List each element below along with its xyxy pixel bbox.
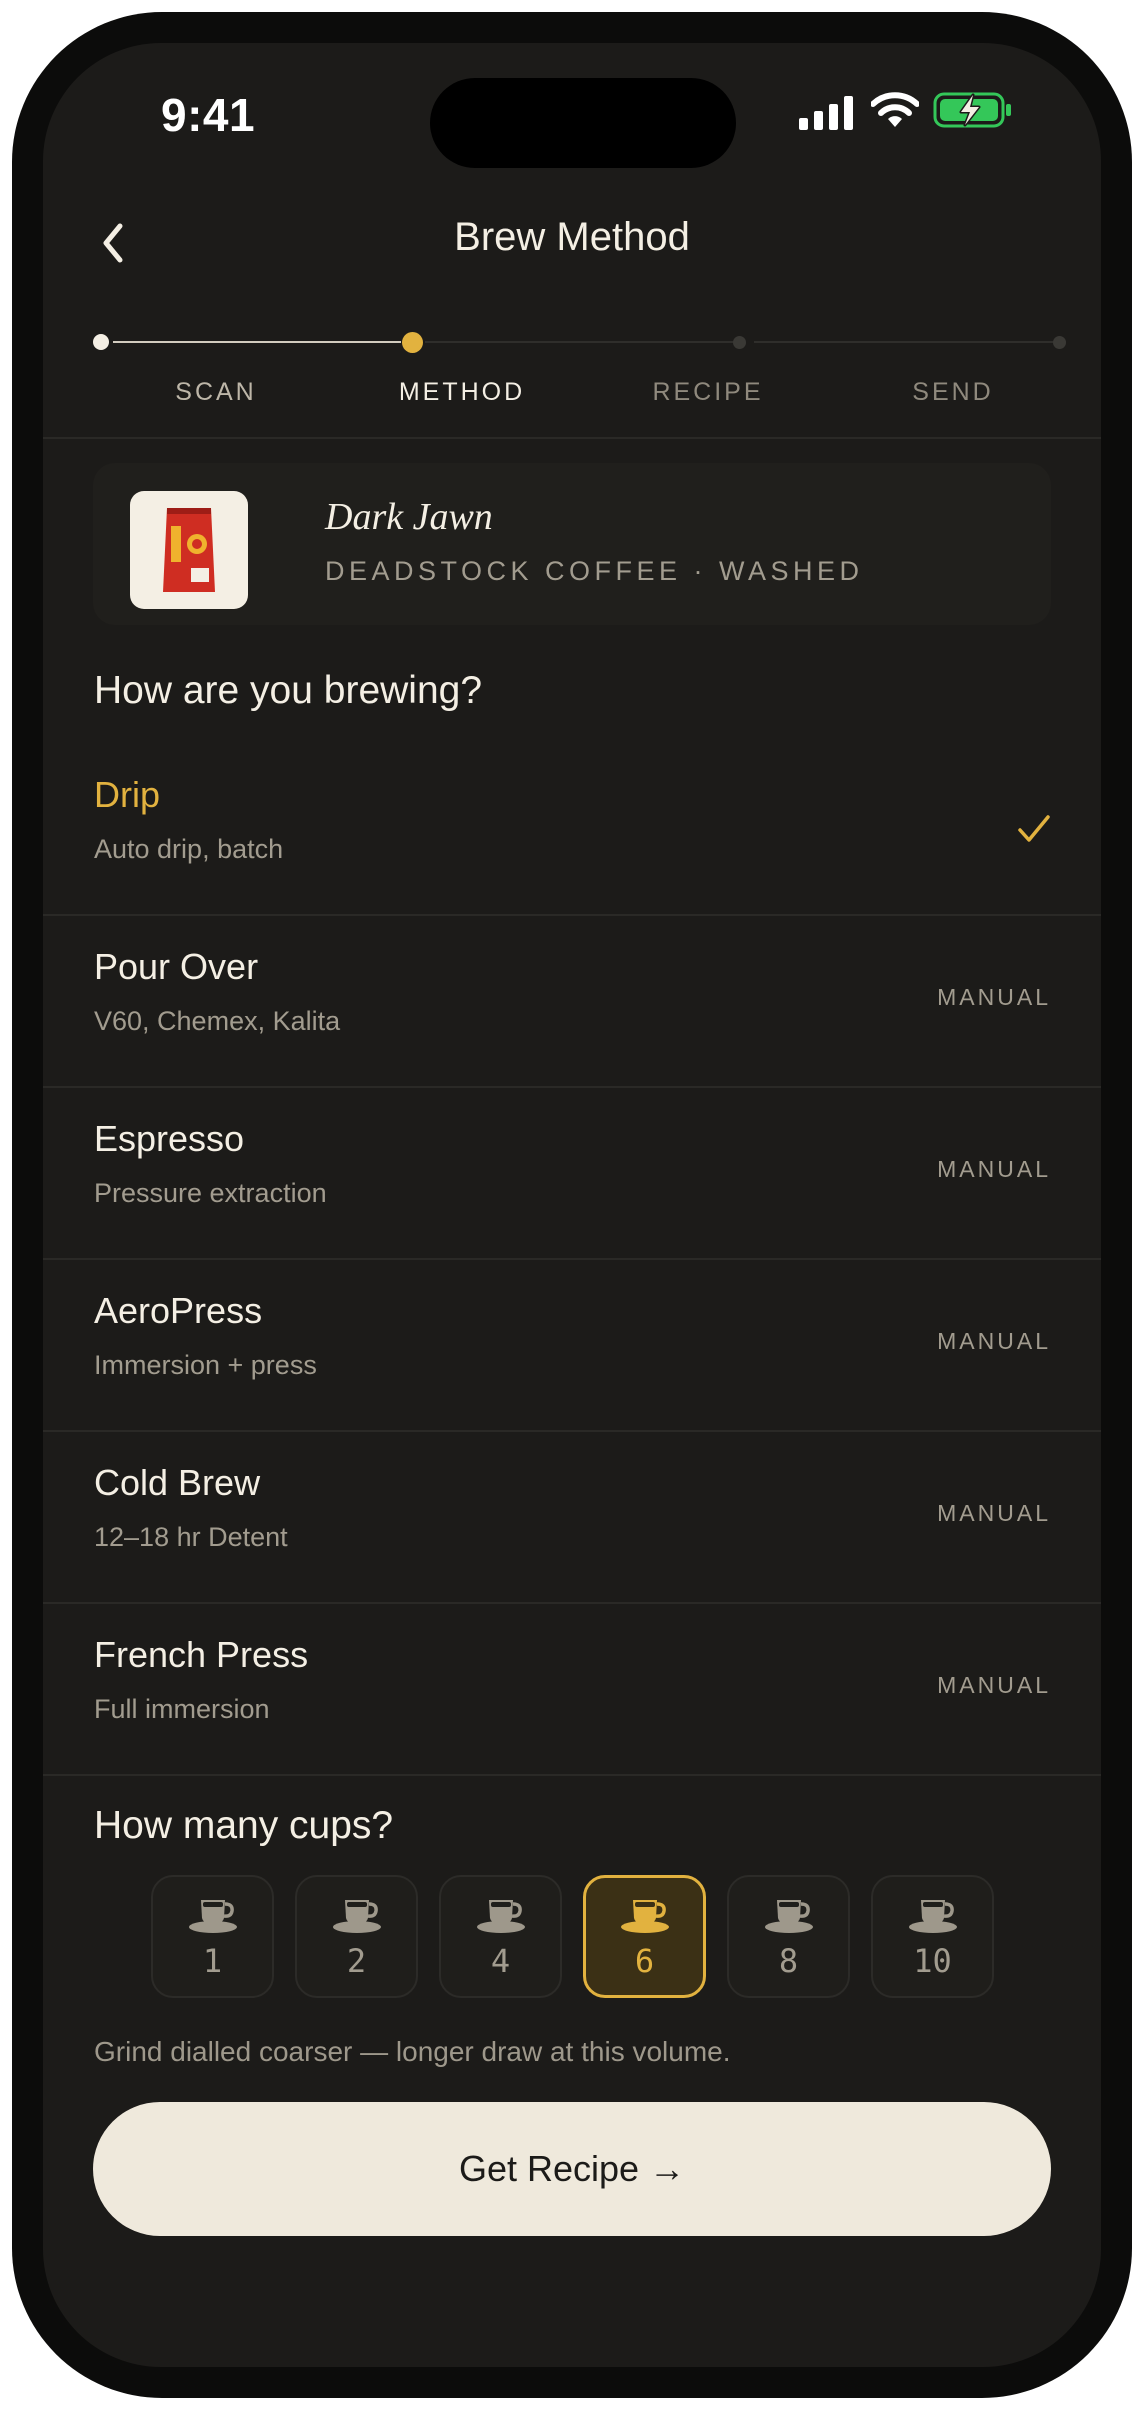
method-description: Pressure extraction [94, 1178, 327, 1208]
manual-tag: MANUAL [937, 1156, 1051, 1182]
chevron-left-icon [103, 223, 123, 263]
method-option-drip[interactable]: Drip Auto drip, batch [43, 744, 1101, 916]
method-description: Full immersion [94, 1694, 270, 1724]
progress-line-upcoming [754, 341, 1066, 343]
manual-tag: MANUAL [937, 1500, 1051, 1526]
method-description: V60, Chemex, Kalita [94, 1006, 341, 1036]
coffee-cup-icon [332, 1899, 381, 1933]
coffee-cup-icon [908, 1899, 957, 1933]
coffee-name: Dark Jawn [325, 496, 493, 538]
cup-option-8[interactable]: 8 [727, 1875, 850, 1998]
coffee-cup-icon [476, 1899, 525, 1933]
cup-selector: 1 2 4 6 8 10 [151, 1875, 994, 1998]
coffee-bag-icon [163, 508, 215, 592]
cup-count: 4 [490, 1941, 511, 1980]
step-label-send: SEND [912, 378, 994, 406]
page-title: Brew Method [454, 215, 690, 259]
dynamic-island [430, 78, 736, 168]
manual-tag: MANUAL [937, 1328, 1051, 1354]
cup-option-6[interactable]: 6 [583, 1875, 706, 1998]
cup-count: 10 [913, 1941, 952, 1980]
method-option-espresso[interactable]: Espresso Pressure extraction MANUAL [43, 1088, 1101, 1260]
step-label-method: METHOD [398, 378, 526, 406]
coffee-cup-icon [188, 1899, 237, 1933]
method-name: French Press [94, 1634, 309, 1675]
coffee-card: Dark Jawn DEADSTOCK COFFEE · WASHED [93, 463, 1051, 625]
app-screen: 9:41 Brew Method SCAN METHOD RECIPE SEND… [43, 43, 1101, 2367]
cellular-signal-icon [799, 96, 853, 130]
method-list: Drip Auto drip, batch Pour Over V60, Che… [43, 744, 1101, 1776]
wifi-icon [871, 92, 919, 127]
coffee-cup-icon [620, 1899, 669, 1933]
progress-line-completed [113, 341, 401, 343]
method-name: Pour Over [94, 946, 259, 987]
method-name: AeroPress [94, 1290, 263, 1331]
back-button[interactable] [83, 213, 143, 273]
get-recipe-button[interactable]: Get Recipe → [93, 2102, 1051, 2236]
method-name: Drip [94, 774, 161, 815]
method-option-pour-over[interactable]: Pour Over V60, Chemex, Kalita MANUAL [43, 916, 1101, 1088]
cup-count: 8 [778, 1941, 799, 1980]
step-progress: SCAN METHOD RECIPE SEND [43, 323, 1101, 413]
battery-charging-icon [933, 92, 1011, 128]
method-description: 12–18 hr Detent [94, 1522, 288, 1552]
step-dot-send [1053, 336, 1066, 349]
method-option-cold-brew[interactable]: Cold Brew 12–18 hr Detent MANUAL [43, 1432, 1101, 1604]
cup-count: 1 [202, 1941, 223, 1980]
checkmark-icon [1018, 815, 1050, 842]
step-dot-recipe [733, 336, 746, 349]
cup-option-1[interactable]: 1 [151, 1875, 274, 1998]
divider [43, 437, 1101, 439]
status-time: 9:41 [161, 89, 256, 141]
step-label-recipe: RECIPE [652, 378, 764, 406]
method-description: Immersion + press [94, 1350, 317, 1380]
coffee-meta: DEADSTOCK COFFEE · WASHED [325, 556, 864, 586]
coffee-thumbnail [130, 491, 248, 609]
phone-frame: 9:41 Brew Method SCAN METHOD RECIPE SEND… [12, 12, 1132, 2398]
method-option-french-press[interactable]: French Press Full immersion MANUAL [43, 1604, 1101, 1776]
cups-question: How many cups? [94, 1804, 394, 1847]
method-description: Auto drip, batch [94, 834, 284, 864]
cup-option-4[interactable]: 4 [439, 1875, 562, 1998]
method-name: Cold Brew [94, 1462, 261, 1503]
cup-option-2[interactable]: 2 [295, 1875, 418, 1998]
progress-line-upcoming [425, 341, 738, 343]
coffee-cup-icon [764, 1899, 813, 1933]
grind-hint: Grind dialled coarser — longer draw at t… [94, 2036, 731, 2067]
method-option-aeropress[interactable]: AeroPress Immersion + press MANUAL [43, 1260, 1101, 1432]
step-label-scan: SCAN [175, 378, 257, 406]
method-name: Espresso [94, 1118, 245, 1159]
cup-count: 2 [346, 1941, 367, 1980]
brewing-question: How are you brewing? [94, 669, 483, 712]
step-dot-method [402, 332, 423, 353]
step-dot-scan [93, 334, 109, 350]
cup-count: 6 [634, 1941, 655, 1980]
cup-option-10[interactable]: 10 [871, 1875, 994, 1998]
manual-tag: MANUAL [937, 984, 1051, 1010]
manual-tag: MANUAL [937, 1672, 1051, 1698]
